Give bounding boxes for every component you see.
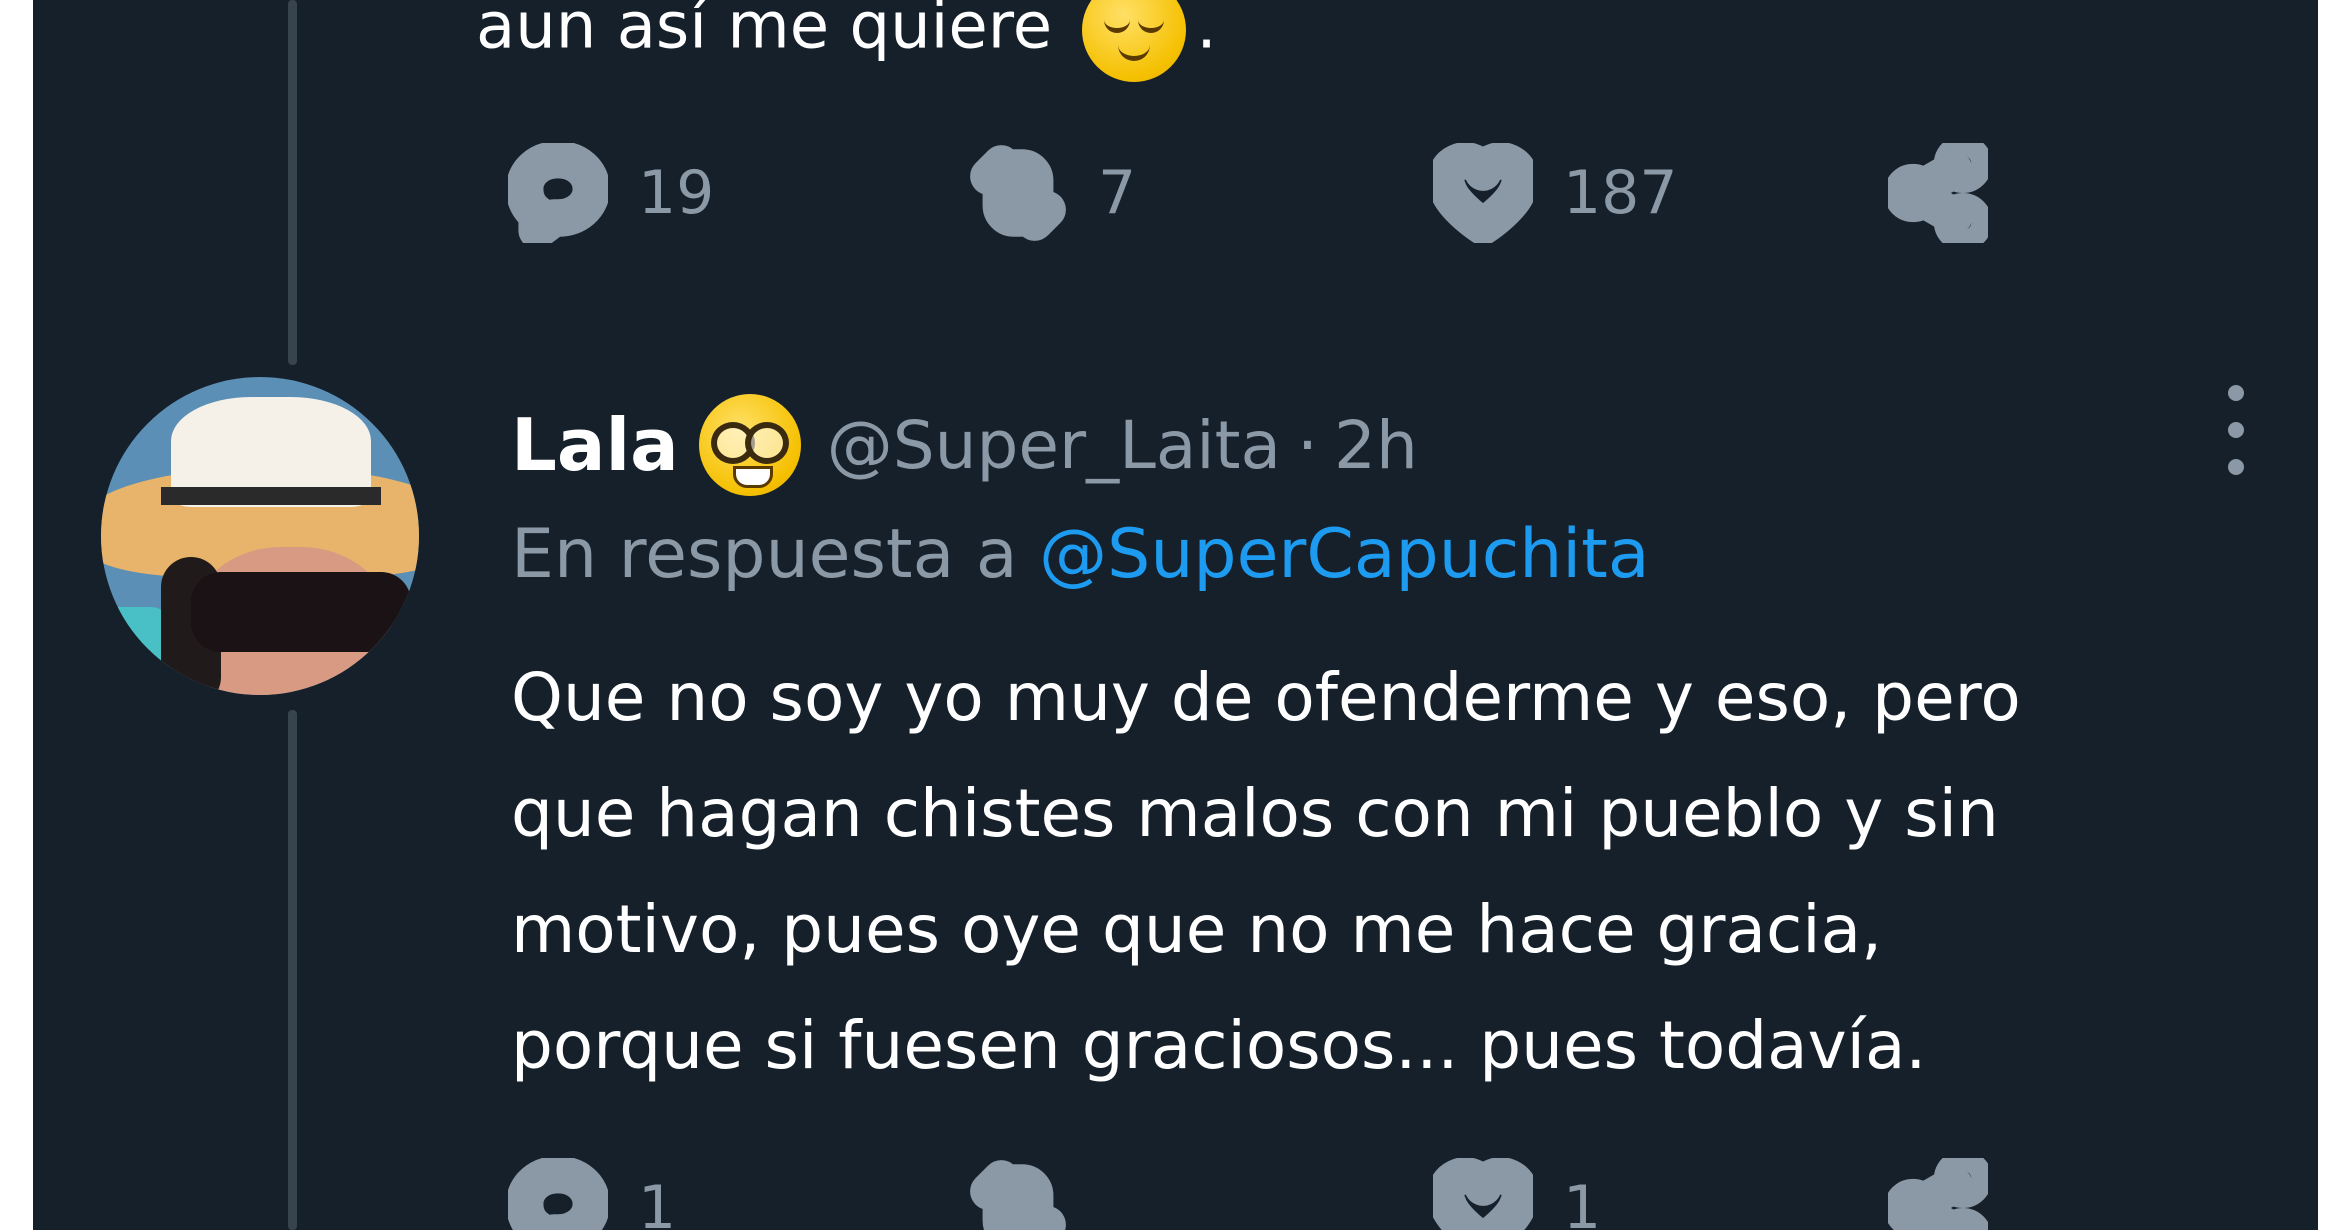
separator-dot: ·	[1296, 406, 1318, 484]
reply-prefix: En respuesta a	[511, 515, 1018, 594]
retweet-icon	[970, 1160, 1066, 1230]
share-button[interactable]	[1888, 1158, 1988, 1230]
like-count: 187	[1563, 158, 1678, 228]
reply-icon	[508, 143, 608, 243]
thread-connector-top	[288, 0, 297, 365]
tweet-body-line: porque si fuesen graciosos... pues todav…	[511, 1007, 1927, 1084]
tweet-body-line: Que no soy yo muy de ofenderme y eso, pe…	[511, 659, 2021, 736]
reply-button[interactable]: 19	[508, 143, 714, 243]
tweet-body: Que no soy yo muy de ofenderme y eso, pe…	[511, 640, 2261, 1104]
reply-icon	[508, 1158, 608, 1230]
tweet-timestamp[interactable]: 2h	[1334, 407, 1418, 484]
retweet-button[interactable]	[968, 1158, 1098, 1230]
reply-button[interactable]: 1	[508, 1158, 676, 1230]
tweet-thread-panel: aun así me quiere . 19 7 187 Lala @Super…	[33, 0, 2318, 1230]
reply-tweet-actions: 1 1	[508, 1158, 2008, 1230]
reply-count: 1	[638, 1173, 677, 1230]
reply-context: En respuesta a @SuperCapuchita	[511, 515, 1650, 594]
previous-tweet-text-tail: aun así me quiere	[476, 0, 1053, 64]
nerd-face-emoji-icon	[698, 394, 801, 496]
previous-tweet-text: aun así me quiere .	[476, 0, 1217, 82]
like-count: 1	[1563, 1173, 1602, 1230]
thread-connector-bottom	[288, 710, 297, 1230]
more-options-icon[interactable]	[2206, 385, 2266, 475]
tweet-body-line: motivo, pues oye que no me hace gracia,	[511, 891, 1883, 968]
retweet-count: 7	[1098, 158, 1137, 228]
tweet-header: Lala @Super_Laita · 2h	[511, 390, 1418, 500]
user-handle[interactable]: @Super_Laita	[827, 407, 1281, 484]
like-button[interactable]: 187	[1433, 143, 1678, 243]
previous-tweet-punctuation: .	[1196, 0, 1217, 64]
tweet-body-line: que hagan chistes malos con mi pueblo y …	[511, 775, 1999, 852]
reply-to-link[interactable]: @SuperCapuchita	[1039, 515, 1649, 594]
share-icon	[1888, 1158, 1988, 1230]
like-icon	[1433, 1158, 1533, 1230]
retweet-button[interactable]: 7	[968, 143, 1136, 243]
avatar[interactable]	[101, 377, 419, 695]
relieved-face-emoji-icon	[1082, 0, 1187, 82]
display-name[interactable]: Lala	[511, 403, 679, 487]
reply-count: 19	[638, 158, 715, 228]
share-button[interactable]	[1888, 143, 1988, 243]
like-icon	[1433, 143, 1533, 243]
share-icon	[1888, 143, 1988, 243]
like-button[interactable]: 1	[1433, 1158, 1601, 1230]
previous-tweet-actions: 19 7 187	[508, 143, 2008, 243]
retweet-icon	[970, 145, 1066, 241]
